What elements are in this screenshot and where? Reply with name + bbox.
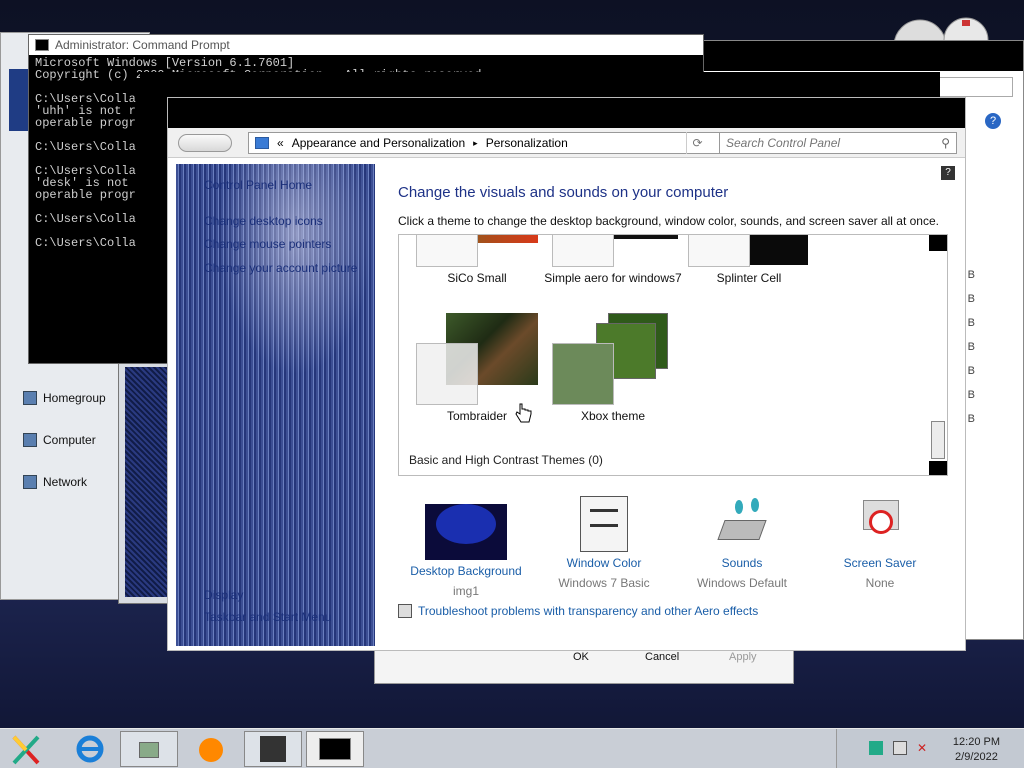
- theme-thumbnail: [552, 235, 678, 267]
- scroll-down-arrow[interactable]: [929, 461, 947, 475]
- window-color-label[interactable]: Window Color: [534, 556, 674, 570]
- cmd-title: Administrator: Command Prompt: [55, 38, 230, 52]
- sidebar-link-control-panel-home[interactable]: Control Panel Home: [204, 178, 312, 192]
- theme-list[interactable]: SiCo Small Simple aero for windows7 Spli…: [398, 234, 948, 476]
- sidebar-link-taskbar[interactable]: Taskbar and Start Menu: [204, 610, 331, 624]
- homegroup-icon: [23, 391, 37, 405]
- control-panel-icon: [255, 137, 269, 149]
- help-icon[interactable]: ?: [985, 113, 1001, 129]
- hand-cursor-icon: [515, 403, 532, 423]
- sidebar-link-display[interactable]: Display: [204, 588, 243, 602]
- troubleshoot-link[interactable]: Troubleshoot problems with transparency …: [398, 604, 758, 618]
- system-tray: ✕ 12:20 PM 2/9/2022: [836, 729, 1024, 768]
- theme-name: SiCo Small: [447, 271, 507, 285]
- window-titlebar: [168, 98, 965, 128]
- theme-sico-small[interactable]: SiCo Small: [407, 235, 547, 285]
- screen-saver-setting[interactable]: Screen Saver None: [810, 496, 950, 590]
- back-forward-buttons[interactable]: [178, 134, 232, 152]
- refresh-icon[interactable]: ⟳: [686, 132, 708, 154]
- address-row: « Appearance and Personalization ▸ Perso…: [168, 128, 965, 158]
- taskbar-explorer-button[interactable]: [120, 731, 178, 767]
- nav-item-homegroup[interactable]: Homegroup: [23, 391, 106, 405]
- sidebar: Control Panel Home Change desktop icons …: [176, 164, 375, 646]
- theme-thumbnail: [416, 235, 538, 267]
- window-color-value: Windows 7 Basic: [558, 576, 650, 590]
- sounds-value: Windows Default: [696, 576, 788, 590]
- search-input[interactable]: [726, 136, 926, 150]
- personalization-window: « Appearance and Personalization ▸ Perso…: [167, 97, 966, 651]
- size-column: BBBBBBB: [967, 269, 975, 425]
- page-subtitle: Click a theme to change the desktop back…: [398, 214, 939, 228]
- scroll-up-arrow[interactable]: [929, 235, 947, 251]
- screen-saver-label[interactable]: Screen Saver: [810, 556, 950, 570]
- troubleshoot-icon: [398, 604, 412, 618]
- network-icon: [23, 475, 37, 489]
- theme-thumbnail: [688, 235, 810, 267]
- search-icon[interactable]: ⚲: [941, 136, 950, 150]
- breadcrumb-appearance[interactable]: Appearance and Personalization: [292, 136, 465, 150]
- cancel-button[interactable]: Cancel: [645, 651, 679, 663]
- start-button-icon[interactable]: [8, 733, 44, 767]
- window-titlebar: [701, 41, 1023, 71]
- desktop-background-value: img1: [452, 584, 479, 598]
- sounds-setting[interactable]: Sounds Windows Default: [672, 496, 812, 590]
- desktop-background-label[interactable]: Desktop Background: [396, 564, 536, 578]
- theme-splinter-cell[interactable]: Splinter Cell: [679, 235, 819, 285]
- theme-xbox[interactable]: Xbox theme: [543, 313, 683, 423]
- action-center-icon[interactable]: [869, 741, 883, 755]
- taskbar: ✕ 12:20 PM 2/9/2022: [0, 728, 1024, 768]
- volume-muted-icon[interactable]: ✕: [917, 741, 931, 755]
- nav-item-network[interactable]: Network: [23, 475, 87, 489]
- taskbar-app-button[interactable]: [244, 731, 302, 767]
- theme-name: Simple aero for windows7: [544, 271, 682, 285]
- help-icon[interactable]: ?: [941, 166, 955, 180]
- computer-icon: [23, 433, 37, 447]
- window-color-setting[interactable]: Window Color Windows 7 Basic: [534, 496, 674, 590]
- sidebar-link-account-picture[interactable]: Change your account picture: [204, 261, 357, 275]
- theme-name: Xbox theme: [580, 409, 646, 423]
- apply-button[interactable]: Apply: [729, 651, 757, 663]
- theme-simple-aero[interactable]: Simple aero for windows7: [543, 235, 683, 286]
- basic-high-contrast-header[interactable]: Basic and High Contrast Themes (0): [409, 453, 603, 467]
- sounds-icon: [717, 496, 767, 552]
- network-tray-icon[interactable]: [893, 741, 907, 755]
- screen-saver-icon: [855, 496, 905, 552]
- clock[interactable]: 12:20 PM 2/9/2022: [953, 735, 1000, 765]
- nav-item-computer[interactable]: Computer: [23, 433, 96, 447]
- sidebar-link-mouse-pointers[interactable]: Change mouse pointers: [204, 237, 331, 251]
- taskbar-cmd-button[interactable]: [306, 731, 364, 767]
- scroll-thumb[interactable]: [931, 421, 945, 459]
- ok-button[interactable]: OK: [573, 651, 589, 663]
- sidebar-link-desktop-icons[interactable]: Change desktop icons: [204, 214, 323, 228]
- desktop-background-setting[interactable]: Desktop Background img1: [396, 496, 536, 598]
- search-box[interactable]: ⚲: [719, 132, 957, 154]
- sounds-label[interactable]: Sounds: [672, 556, 812, 570]
- cmd-icon: [35, 39, 49, 51]
- screen-saver-value: None: [865, 576, 895, 590]
- internet-explorer-icon[interactable]: [70, 733, 110, 765]
- taskbar-media-player-button[interactable]: [182, 731, 240, 767]
- theme-thumbnail: [416, 313, 538, 405]
- theme-thumbnail: [552, 313, 674, 405]
- page-title: Change the visuals and sounds on your co…: [398, 184, 729, 201]
- breadcrumb-personalization[interactable]: Personalization: [486, 136, 568, 150]
- theme-name: Splinter Cell: [716, 271, 782, 285]
- theme-list-scrollbar[interactable]: [929, 235, 947, 475]
- cmd-titlebar[interactable]: Administrator: Command Prompt: [29, 35, 703, 55]
- desktop-background-thumbnail: [425, 504, 507, 560]
- window-color-icon: [580, 496, 628, 552]
